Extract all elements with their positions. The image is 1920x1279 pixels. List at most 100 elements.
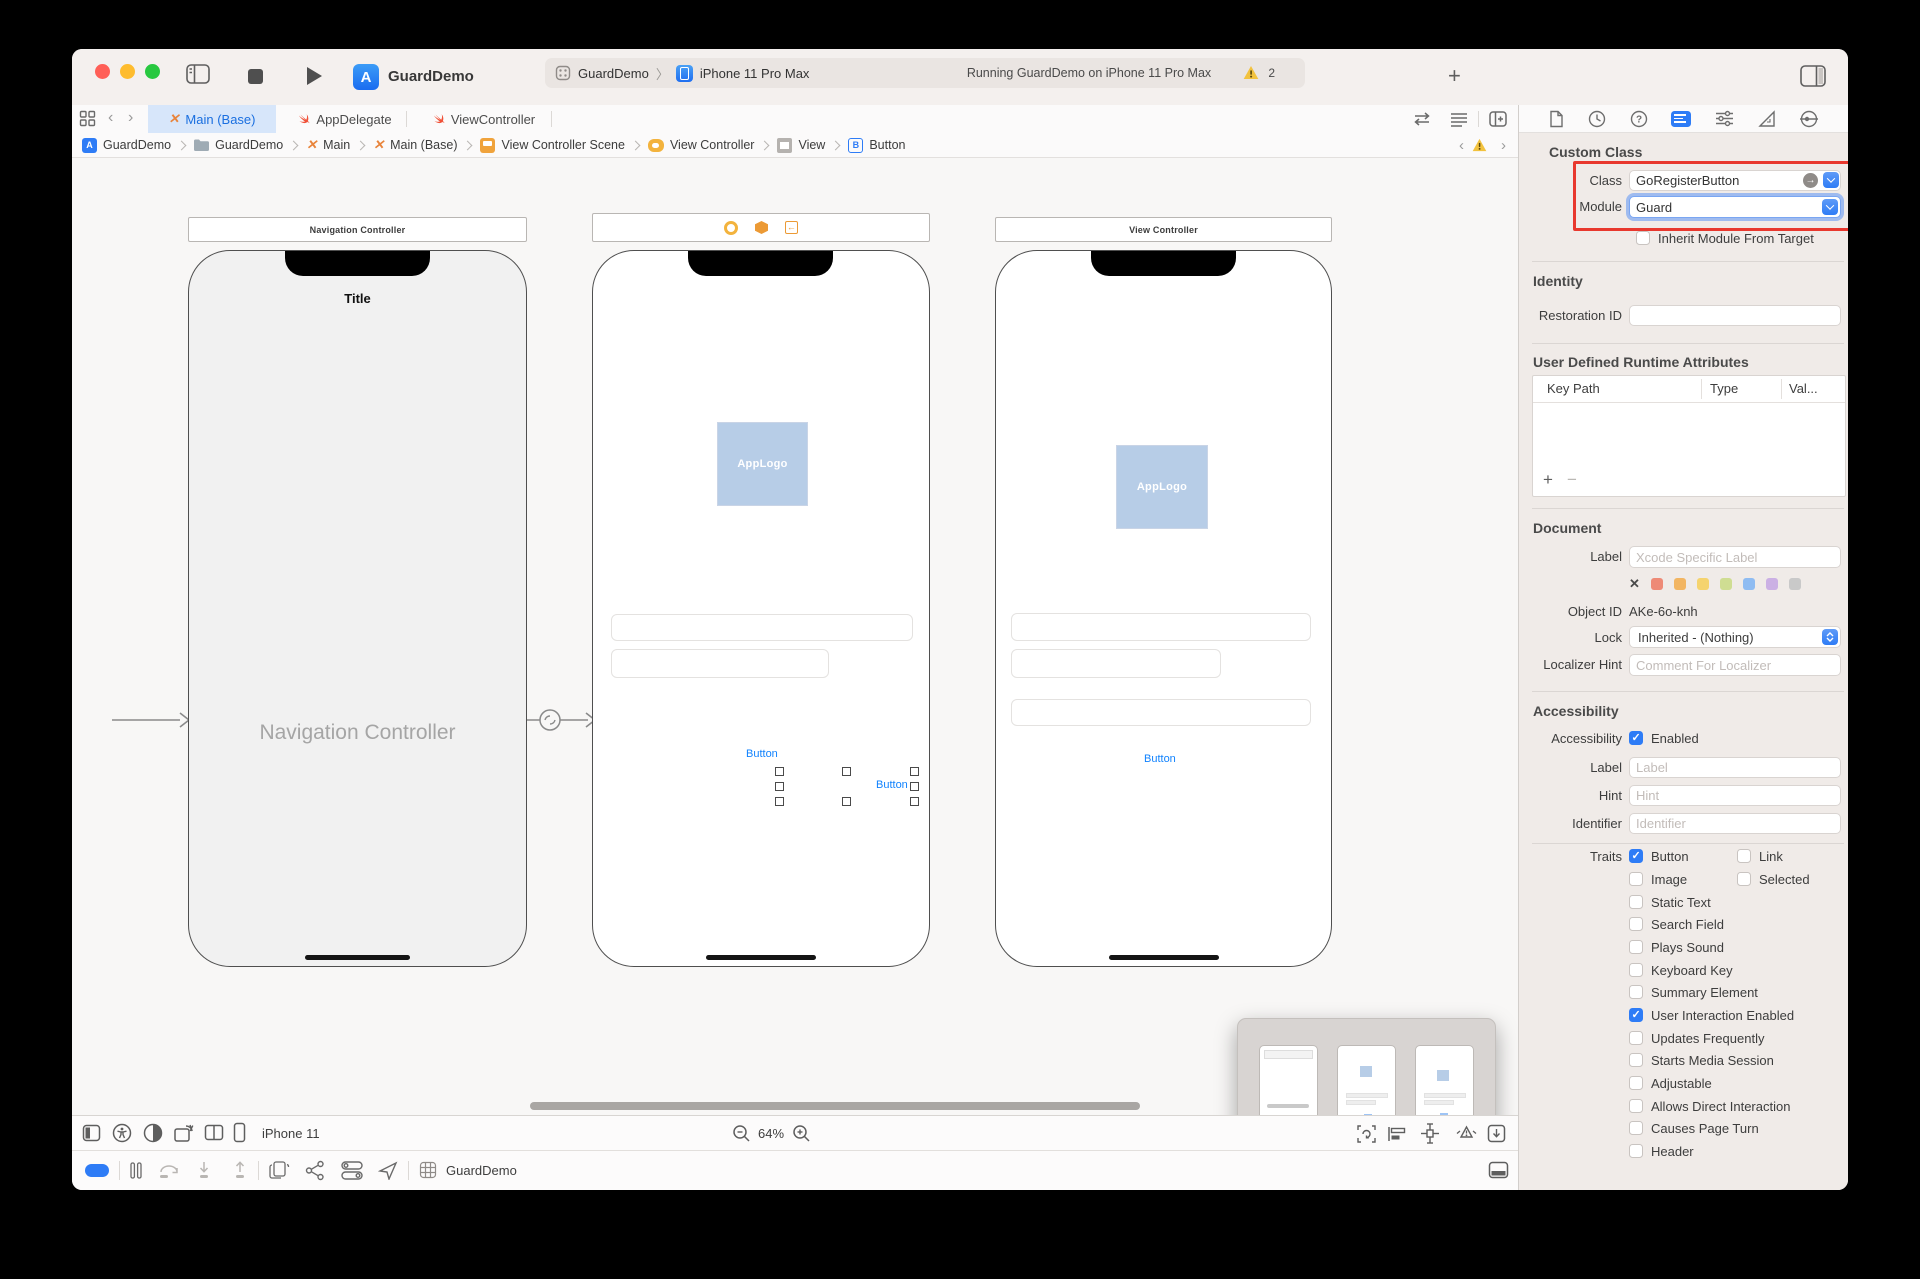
applogo-image-view[interactable]: AppLogo [1116, 445, 1208, 529]
login-scene[interactable]: AppLogo Button Button [592, 250, 930, 967]
step-into-icon[interactable] [196, 1161, 212, 1180]
view-controller-dock-icon[interactable] [724, 221, 738, 235]
pause-execution-icon[interactable] [130, 1162, 142, 1179]
stop-button[interactable] [248, 69, 263, 84]
breadcrumb-item-project[interactable]: A GuardDemo [82, 138, 171, 153]
breadcrumb-item-group[interactable]: GuardDemo [194, 138, 283, 153]
document-label-field[interactable] [1629, 546, 1841, 568]
first-responder-dock-icon[interactable] [755, 221, 768, 234]
module-dropdown-chevron[interactable] [1822, 199, 1838, 215]
ui-button[interactable]: Button [746, 748, 778, 760]
trait-checkbox[interactable] [1629, 963, 1643, 977]
class-jump-arrow-icon[interactable]: → [1803, 173, 1818, 188]
trait-checkbox[interactable] [1629, 1099, 1643, 1113]
text-field[interactable] [1011, 649, 1221, 678]
selected-ui-button[interactable]: Button [876, 779, 908, 791]
selection-handle[interactable] [775, 797, 784, 806]
acc-identifier-field[interactable] [1629, 813, 1841, 834]
ui-button[interactable]: Button [1144, 753, 1176, 765]
device-icon[interactable] [233, 1122, 246, 1143]
size-inspector-icon[interactable] [1758, 110, 1776, 128]
column-value[interactable]: Val... [1789, 381, 1818, 396]
trait-checkbox[interactable] [1629, 1076, 1643, 1090]
minimap-scene-1[interactable] [1259, 1045, 1318, 1115]
remove-attribute-icon[interactable]: − [1567, 470, 1577, 490]
color-scheme-icon[interactable] [143, 1123, 163, 1143]
navigator-sidebar-toggle-icon[interactable] [185, 63, 211, 85]
accessibility-enabled-checkbox[interactable] [1629, 731, 1643, 745]
app-process-icon[interactable] [419, 1161, 437, 1179]
trait-checkbox[interactable] [1629, 1031, 1643, 1045]
selection-handle[interactable] [910, 797, 919, 806]
color-swatch[interactable] [1674, 578, 1686, 590]
tab-main-storyboard[interactable]: ✕ Main (Base) [148, 105, 276, 133]
scheme-selector[interactable]: GuardDemo 〉 iPhone 11 Pro Max [545, 58, 885, 88]
add-editor-plus-icon[interactable]: + [1448, 65, 1461, 87]
editor-options-icon[interactable] [1449, 111, 1469, 127]
step-over-icon[interactable] [158, 1162, 182, 1180]
inherit-module-checkbox[interactable] [1636, 231, 1650, 245]
selection-handle[interactable] [842, 797, 851, 806]
color-swatch[interactable] [1789, 578, 1801, 590]
trait-checkbox[interactable] [1629, 1121, 1643, 1135]
relationship-segue-arrow[interactable] [522, 706, 598, 734]
exit-dock-icon[interactable]: ← [785, 221, 798, 234]
trait-checkbox[interactable] [1629, 940, 1643, 954]
breadcrumb-item-scene[interactable]: View Controller Scene [480, 138, 624, 153]
inspector-panel-toggle-icon[interactable] [1799, 64, 1827, 88]
step-out-icon[interactable] [232, 1161, 248, 1180]
align-icon[interactable] [1387, 1125, 1407, 1143]
orientation-icon[interactable] [172, 1122, 196, 1144]
scheme-name[interactable]: GuardDemo [578, 66, 649, 81]
column-type[interactable]: Type [1710, 381, 1738, 396]
add-constraints-icon[interactable] [1420, 1123, 1440, 1144]
acc-label-field[interactable] [1629, 757, 1841, 778]
breadcrumb-item-main[interactable]: ✕ Main [306, 137, 350, 153]
zoom-out-icon[interactable] [732, 1124, 751, 1143]
trait-checkbox[interactable] [1737, 872, 1751, 886]
breakpoints-toggle[interactable] [85, 1164, 109, 1177]
class-dropdown-chevron[interactable] [1823, 172, 1839, 188]
simulate-location-icon[interactable] [378, 1161, 398, 1180]
trait-checkbox[interactable] [1629, 985, 1643, 999]
device-name[interactable]: iPhone 11 [262, 1126, 320, 1141]
selection-handle[interactable] [910, 782, 919, 791]
selection-handle[interactable] [910, 767, 919, 776]
breadcrumb-item-view[interactable]: View [777, 138, 825, 153]
forward-chevron-icon[interactable]: › [128, 109, 133, 127]
text-field[interactable] [1011, 699, 1311, 726]
view-hierarchy-icon[interactable] [268, 1160, 290, 1181]
scene-dock-view-controller[interactable]: ← [592, 213, 930, 242]
close-window-button[interactable] [95, 64, 110, 79]
column-key-path[interactable]: Key Path [1547, 381, 1600, 396]
trait-checkbox[interactable] [1737, 849, 1751, 863]
history-inspector-icon[interactable] [1588, 110, 1606, 128]
environment-overrides-icon[interactable] [340, 1160, 364, 1181]
add-attribute-icon[interactable]: + [1543, 470, 1553, 490]
quick-help-inspector-icon[interactable]: ? [1630, 110, 1648, 128]
update-frames-icon[interactable] [1356, 1124, 1377, 1144]
acc-hint-field[interactable] [1629, 785, 1841, 806]
selection-handle[interactable] [775, 782, 784, 791]
trait-checkbox[interactable] [1629, 1008, 1643, 1022]
tab-appdelegate[interactable]: AppDelegate [284, 105, 404, 133]
navigation-controller-scene[interactable]: Title Navigation Controller [188, 250, 527, 967]
identity-inspector-icon-selected[interactable] [1671, 111, 1691, 127]
run-button[interactable] [305, 66, 323, 86]
trait-checkbox[interactable] [1629, 849, 1643, 863]
text-field[interactable] [1011, 613, 1311, 641]
trait-checkbox[interactable] [1629, 1144, 1643, 1158]
zoom-window-button[interactable] [145, 64, 160, 79]
jump-forward-chevron-icon[interactable]: › [1501, 137, 1506, 154]
accessibility-icon[interactable] [112, 1123, 132, 1143]
register-scene[interactable]: AppLogo Button [995, 250, 1332, 967]
applogo-image-view[interactable]: AppLogo [717, 422, 808, 506]
embed-in-icon[interactable] [1487, 1124, 1506, 1143]
breadcrumb-item-button[interactable]: B Button [848, 138, 905, 153]
canvas-minimap[interactable] [1237, 1018, 1496, 1115]
split-view-icon[interactable] [204, 1124, 224, 1141]
trait-checkbox[interactable] [1629, 895, 1643, 909]
trait-checkbox[interactable] [1629, 872, 1643, 886]
minimap-scene-3[interactable] [1415, 1045, 1474, 1115]
add-editor-icon[interactable] [1488, 110, 1508, 128]
